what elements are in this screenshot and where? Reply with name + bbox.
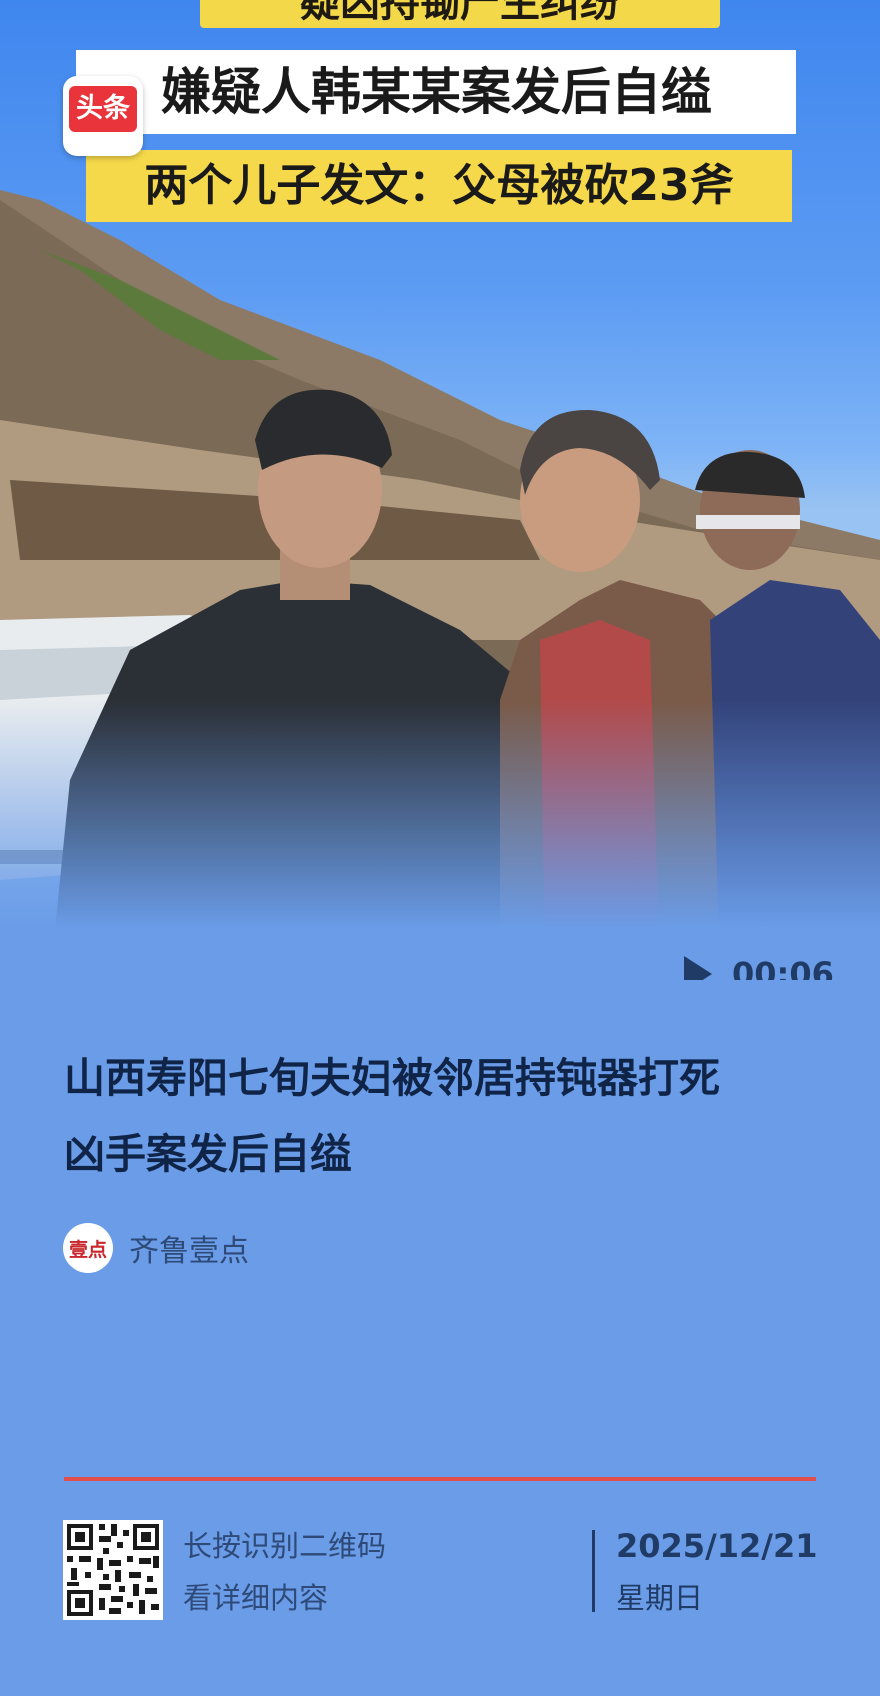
date-block: 2025/12/21 星期日 (616, 1520, 818, 1624)
footer-vertical-separator (592, 1530, 595, 1612)
caption-sons-post: 两个儿子发文：父母被砍23斧 (86, 150, 792, 222)
share-footer: 长按识别二维码 看详细内容 2025/12/21 星期日 (63, 1520, 823, 1620)
qr-hint-line2: 看详细内容 (183, 1581, 329, 1615)
news-photo[interactable]: 疑凶持锄产生纠纷 嫌疑人韩某某案发后自缢 两个儿子发文：父母被砍23斧 头条 0… (0, 0, 880, 980)
article-title[interactable]: 山西寿阳七旬夫妇被邻居持钝器打死 凶手案发后自缢 (64, 1040, 834, 1192)
qr-hint: 长按识别二维码 看详细内容 (183, 1520, 386, 1624)
qr-hint-line1: 长按识别二维码 (183, 1529, 387, 1563)
article-title-line1: 山西寿阳七旬夫妇被邻居持钝器打死 (64, 1054, 720, 1102)
source-avatar: 壹点 (63, 1223, 113, 1273)
toutiao-logo-text: 头条 (69, 86, 137, 132)
video-play-control[interactable]: 00:06 (684, 952, 834, 980)
article-title-line2: 凶手案发后自缢 (64, 1130, 351, 1178)
play-icon[interactable] (684, 956, 712, 980)
weekday: 星期日 (616, 1581, 704, 1615)
photo-fade-overlay (0, 700, 880, 980)
video-duration: 00:06 (732, 955, 834, 980)
article-source[interactable]: 壹点 齐鲁壹点 (63, 1223, 249, 1273)
toutiao-logo-badge[interactable]: 头条 (63, 76, 143, 156)
source-logo-text: 壹点 (68, 1238, 107, 1261)
footer-divider (64, 1477, 816, 1481)
source-name: 齐鲁壹点 (129, 1234, 249, 1269)
caption-top-line: 疑凶持锄产生纠纷 (200, 0, 720, 28)
caption-suspect: 嫌疑人韩某某案发后自缢 (76, 50, 796, 134)
date: 2025/12/21 (616, 1527, 818, 1565)
qr-code[interactable] (63, 1520, 163, 1620)
